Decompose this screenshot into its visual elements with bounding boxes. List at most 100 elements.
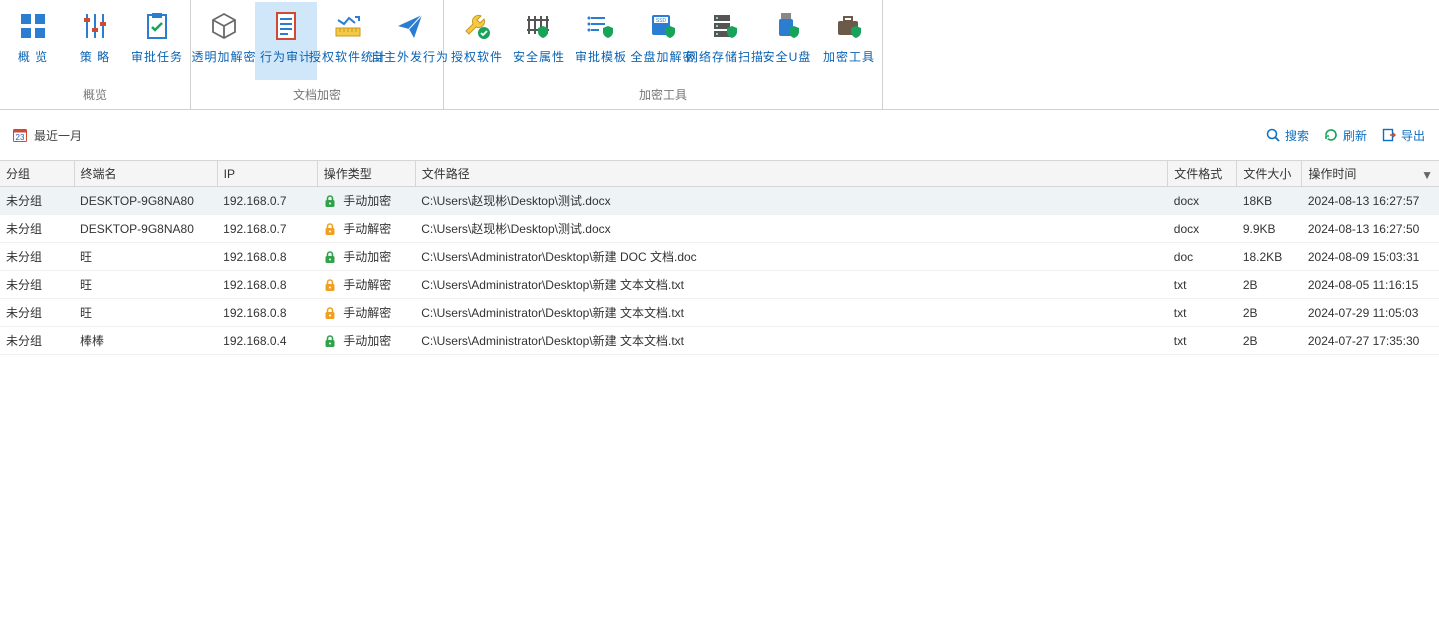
cell-ip: 192.168.0.7 [217, 187, 317, 215]
cell-path: C:\Users\Administrator\Desktop\新建 DOC 文档… [415, 243, 1168, 271]
col-header-terminal[interactable]: 终端名 [74, 161, 217, 187]
ribbon-strategy[interactable]: 策 略 [64, 2, 126, 80]
cell-fmt: docx [1168, 215, 1237, 243]
export-button[interactable]: 导出 [1381, 127, 1425, 144]
cell-time: 2024-08-09 15:03:31 [1302, 243, 1439, 271]
ribbon-item-label: 网络存储扫描 [686, 44, 764, 65]
refresh-label: 刷新 [1343, 127, 1367, 144]
lock-open-icon [323, 306, 337, 320]
cell-time: 2024-08-13 16:27:50 [1302, 215, 1439, 243]
ribbon-group-label: 文档加密 [193, 80, 441, 109]
ribbon-full-disk[interactable]: SSD全盘加解密 [632, 2, 694, 80]
cell-group: 未分组 [0, 271, 74, 299]
table-row[interactable]: 未分组旺192.168.0.8 手动解密C:\Users\Administrat… [0, 299, 1439, 327]
sliders-icon [79, 8, 111, 44]
ribbon-software-stats[interactable]: 授权软件统计 [317, 2, 379, 80]
ribbon-overview[interactable]: 概 览 [2, 2, 64, 80]
ribbon-behavior-audit[interactable]: 行为审计 [255, 2, 317, 80]
cell-path: C:\Users\Administrator\Desktop\新建 文本文档.t… [415, 271, 1168, 299]
lock-closed-icon [323, 194, 337, 208]
col-header-time[interactable]: 操作时间 ▼ [1302, 161, 1439, 187]
table-row[interactable]: 未分组DESKTOP-9G8NA80192.168.0.7 手动加密 C:\Use… [0, 187, 1439, 215]
cell-ip: 192.168.0.8 [217, 299, 317, 327]
filter-bar: 23 最近一月 搜索 刷新 导出 [0, 110, 1439, 160]
date-range-dropdown[interactable]: 23 最近一月 [12, 127, 82, 144]
ribbon-network-scan[interactable]: 网络存储扫描 [694, 2, 756, 80]
cell-ip: 192.168.0.4 [217, 327, 317, 355]
table-row[interactable]: 未分组旺192.168.0.8 手动加密C:\Users\Administrat… [0, 243, 1439, 271]
col-header-group[interactable]: 分组 [0, 161, 74, 187]
cell-terminal: DESKTOP-9G8NA80 [74, 187, 217, 215]
refresh-button[interactable]: 刷新 [1323, 127, 1367, 144]
search-button[interactable]: 搜索 [1265, 127, 1309, 144]
svg-text:SSD: SSD [656, 18, 667, 24]
ribbon-item-label: 审批模板 [575, 44, 627, 65]
ribbon-security-attr[interactable]: 安全属性 [508, 2, 570, 80]
cell-group: 未分组 [0, 215, 74, 243]
cell-size: 18.2KB [1237, 243, 1302, 271]
ribbon-item-label: 行为审计 [260, 44, 312, 65]
cell-ip: 192.168.0.8 [217, 243, 317, 271]
table-header-row: 分组 终端名 IP 操作类型 文件路径 文件格式 文件大小 操作时间 ▼ [0, 161, 1439, 187]
export-icon [1381, 127, 1397, 143]
col-header-ip[interactable]: IP [217, 161, 317, 187]
ruler-chart-icon [332, 8, 364, 44]
col-header-path[interactable]: 文件路径 [415, 161, 1168, 187]
search-label: 搜索 [1285, 127, 1309, 144]
fence-shield-icon [523, 8, 555, 44]
cell-size: 2B [1237, 271, 1302, 299]
op-label: 手动加密 [343, 332, 391, 349]
ribbon-group-label: 加密工具 [446, 80, 880, 109]
cell-time: 2024-08-05 11:16:15 [1302, 271, 1439, 299]
op-label: 手动加密 [343, 248, 391, 265]
ribbon-auth-software[interactable]: 授权软件 [446, 2, 508, 80]
ribbon-secure-usb[interactable]: 安全U盘 [756, 2, 818, 80]
cell-op: 手动解密 [317, 215, 415, 243]
date-range-label: 最近一月 [34, 127, 82, 144]
table-row[interactable]: 未分组DESKTOP-9G8NA80192.168.0.7 手动解密C:\Use… [0, 215, 1439, 243]
cell-size: 2B [1237, 327, 1302, 355]
cell-path: C:\Users\赵现彬\Desktop\测试.docx [415, 215, 1168, 243]
sort-desc-icon[interactable]: ▼ [1421, 168, 1433, 182]
cell-group: 未分组 [0, 187, 74, 215]
cell-terminal: DESKTOP-9G8NA80 [74, 215, 217, 243]
cell-fmt: txt [1168, 271, 1237, 299]
col-header-op[interactable]: 操作类型 [317, 161, 415, 187]
op-label: 手动加密 [343, 192, 391, 209]
ribbon-self-outgoing[interactable]: 自主外发行为 [379, 2, 441, 80]
lock-closed-icon [323, 334, 337, 348]
ribbon-item-label: 概 览 [18, 44, 48, 65]
ribbon-toolbar: 概 览策 略审批任务概览透明加解密行为审计授权软件统计自主外发行为文档加密授权软… [0, 0, 1439, 110]
cell-op: 手动加密 [317, 327, 415, 355]
cell-fmt: txt [1168, 299, 1237, 327]
clipboard-check-icon [141, 8, 173, 44]
cell-time: 2024-07-27 17:35:30 [1302, 327, 1439, 355]
cell-terminal: 棒棒 [74, 327, 217, 355]
cell-size: 9.9KB [1237, 215, 1302, 243]
table-row[interactable]: 未分组棒棒192.168.0.4 手动加密C:\Users\Administra… [0, 327, 1439, 355]
ribbon-item-label: 授权软件 [451, 44, 503, 65]
ribbon-approval[interactable]: 审批任务 [126, 2, 188, 80]
ribbon-transparent-encrypt[interactable]: 透明加解密 [193, 2, 255, 80]
svg-text:23: 23 [16, 133, 25, 142]
ribbon-item-label: 审批任务 [131, 44, 183, 65]
cell-terminal: 旺 [74, 299, 217, 327]
cell-path: C:\Users\赵现彬\Desktop\测试.docx [415, 187, 1168, 215]
cell-fmt: txt [1168, 327, 1237, 355]
col-header-fmt[interactable]: 文件格式 [1168, 161, 1237, 187]
op-label: 手动解密 [343, 304, 391, 321]
table-row[interactable]: 未分组旺192.168.0.8 手动解密C:\Users\Administrat… [0, 271, 1439, 299]
grid-icon [17, 8, 49, 44]
col-header-size[interactable]: 文件大小 [1237, 161, 1302, 187]
usb-shield-icon [771, 8, 803, 44]
cell-group: 未分组 [0, 299, 74, 327]
ribbon-item-label: 自主外发行为 [371, 44, 449, 65]
ribbon-approval-tpl[interactable]: 审批模板 [570, 2, 632, 80]
cube-icon [208, 8, 240, 44]
cell-op: 手动加密 [317, 187, 415, 215]
lock-closed-icon [323, 250, 337, 264]
ribbon-group: 概 览策 略审批任务概览 [0, 0, 191, 109]
ribbon-encrypt-tools[interactable]: 加密工具 [818, 2, 880, 80]
search-icon [1265, 127, 1281, 143]
ribbon-item-label: 安全属性 [513, 44, 565, 65]
